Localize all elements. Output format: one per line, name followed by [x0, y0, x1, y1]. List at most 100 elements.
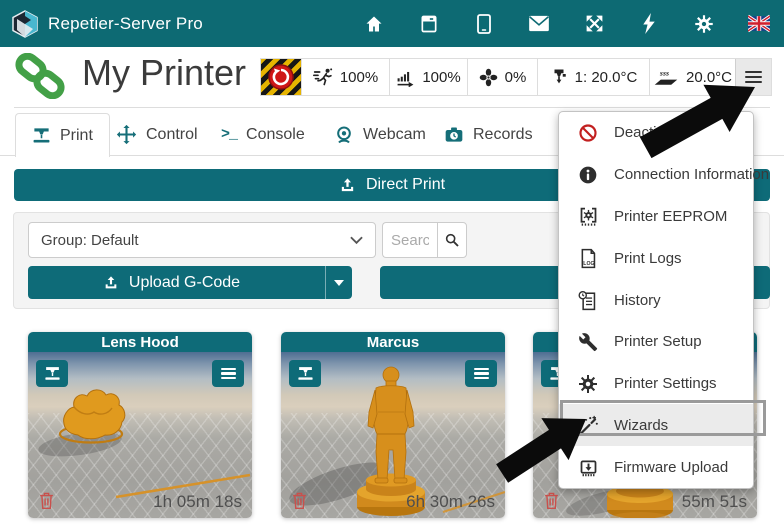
extruder-temp-indicator[interactable]: 1: 20.0°C — [537, 59, 649, 95]
card-title: Marcus — [281, 332, 505, 352]
console-tab-icon: >_ — [221, 126, 237, 143]
gcode-card-marcus: Marcus — [281, 332, 505, 518]
menu-item-connection-information[interactable]: Connection Information — [559, 154, 753, 196]
upload-gcode-button[interactable]: Upload G-Code — [28, 266, 352, 299]
menu-item-deactivate[interactable]: Deactivate — [559, 112, 753, 154]
language-flag-uk-icon[interactable] — [748, 13, 770, 35]
upload-icon — [103, 275, 119, 291]
print-tab-icon — [32, 126, 51, 145]
emergency-stop-button[interactable] — [261, 59, 301, 95]
hamburger-icon — [221, 366, 236, 382]
menu-item-label: Print Logs — [614, 250, 682, 267]
svg-text:LOG: LOG — [583, 261, 594, 267]
records-tab-icon — [444, 125, 464, 145]
menu-item-printer-setup[interactable]: Printer Setup — [559, 321, 753, 363]
page-title: My Printer — [82, 52, 246, 94]
card-menu-button[interactable] — [212, 360, 244, 387]
info-icon — [576, 165, 600, 185]
group-select[interactable]: Group: Default — [28, 222, 376, 258]
card-menu-button[interactable] — [465, 360, 497, 387]
tab-webcam[interactable]: Webcam — [318, 113, 442, 156]
chevron-down-icon — [350, 236, 363, 245]
hamburger-icon — [474, 366, 489, 382]
hamburger-icon — [745, 68, 762, 86]
search-button[interactable] — [437, 222, 467, 258]
speed-icon — [313, 67, 333, 87]
menu-item-firmware-upload[interactable]: Firmware Upload — [559, 446, 753, 488]
mail-icon[interactable] — [528, 13, 550, 35]
printer-menu-button[interactable] — [735, 59, 771, 95]
delete-trash-icon[interactable] — [38, 490, 55, 511]
menu-item-printer-settings[interactable]: Printer Settings — [559, 363, 753, 405]
tab-console[interactable]: >_ Console — [205, 113, 321, 156]
menu-item-label: Printer EEPROM — [614, 208, 727, 225]
extruder-icon — [550, 67, 568, 87]
menu-item-label: Printer Setup — [614, 333, 702, 350]
navbar: Repetier-Server Pro — [0, 0, 784, 47]
gcode-card-lens-hood: Lens Hood 1h 05m 18s — [28, 332, 252, 518]
heated-bed-icon: sss — [653, 66, 679, 88]
upload-gcode-dropdown-toggle[interactable] — [325, 266, 352, 299]
firmware-upload-icon — [576, 457, 600, 478]
tab-control[interactable]: Control — [100, 113, 214, 156]
delete-trash-icon[interactable] — [291, 490, 308, 511]
deactivate-icon — [576, 123, 600, 143]
tab-webcam-label: Webcam — [363, 126, 426, 144]
repetier-server-app: Repetier-Server Pro — [0, 0, 784, 529]
menu-item-label: Firmware Upload — [614, 459, 728, 476]
fan-value: 0% — [505, 69, 527, 86]
delete-trash-icon[interactable] — [543, 490, 560, 511]
search-input[interactable] — [382, 222, 437, 258]
model-preview[interactable]: 6h 30m 26s — [281, 352, 505, 518]
wrench-icon — [576, 332, 600, 352]
history-icon — [576, 290, 600, 311]
webcam-tab-icon — [334, 125, 354, 145]
model-preview[interactable]: 1h 05m 18s — [28, 352, 252, 518]
search-group — [382, 222, 467, 258]
arrows-icon[interactable] — [583, 13, 605, 35]
fan-icon — [479, 68, 498, 87]
header-divider — [14, 107, 770, 108]
card-print-button[interactable] — [36, 360, 68, 387]
menu-item-label: Wizards — [614, 417, 668, 434]
print-logs-icon: LOG — [576, 248, 600, 269]
search-icon — [444, 232, 460, 248]
bolt-icon[interactable] — [638, 13, 660, 35]
menu-item-printer-eeprom[interactable]: Printer EEPROM — [559, 196, 753, 238]
menu-item-history[interactable]: History — [559, 279, 753, 321]
tab-records[interactable]: Records — [428, 113, 549, 156]
brand[interactable]: Repetier-Server Pro — [12, 10, 203, 38]
gear-icon[interactable] — [693, 13, 715, 35]
menu-item-label: History — [614, 292, 661, 309]
fan-indicator[interactable]: 0% — [467, 59, 537, 95]
flow-icon — [396, 68, 415, 87]
tab-console-label: Console — [246, 126, 305, 144]
upload-gcode-main[interactable]: Upload G-Code — [28, 266, 315, 299]
printer-icon[interactable] — [418, 13, 440, 35]
direct-print-label: Direct Print — [366, 176, 445, 194]
mobile-icon[interactable] — [473, 13, 495, 35]
caret-down-icon — [334, 280, 344, 286]
print-time: 55m 51s — [682, 492, 747, 512]
speed-indicator[interactable]: 100% — [301, 59, 389, 95]
card-title: Lens Hood — [28, 332, 252, 352]
home-icon[interactable] — [363, 13, 385, 35]
app-title: Repetier-Server Pro — [48, 14, 203, 34]
app-logo — [12, 10, 38, 38]
bed-temp-indicator[interactable]: sss 20.0°C — [649, 59, 735, 95]
menu-item-print-logs[interactable]: LOG Print Logs — [559, 237, 753, 279]
magic-wand-icon — [576, 415, 600, 436]
tab-print-label: Print — [60, 127, 93, 145]
menu-item-wizards[interactable]: Wizards — [559, 404, 753, 446]
upload-gcode-label: Upload G-Code — [129, 274, 240, 292]
tab-print[interactable]: Print — [15, 113, 110, 157]
menu-item-label: Connection Information — [614, 166, 769, 183]
flow-indicator[interactable]: 100% — [389, 59, 467, 95]
printer-link-status-icon — [14, 53, 66, 99]
card-print-button[interactable] — [289, 360, 321, 387]
tab-records-label: Records — [473, 126, 533, 144]
flow-value: 100% — [422, 69, 460, 86]
print-time: 6h 30m 26s — [406, 492, 495, 512]
settings-gear-icon — [576, 374, 600, 394]
print-time: 1h 05m 18s — [153, 492, 242, 512]
